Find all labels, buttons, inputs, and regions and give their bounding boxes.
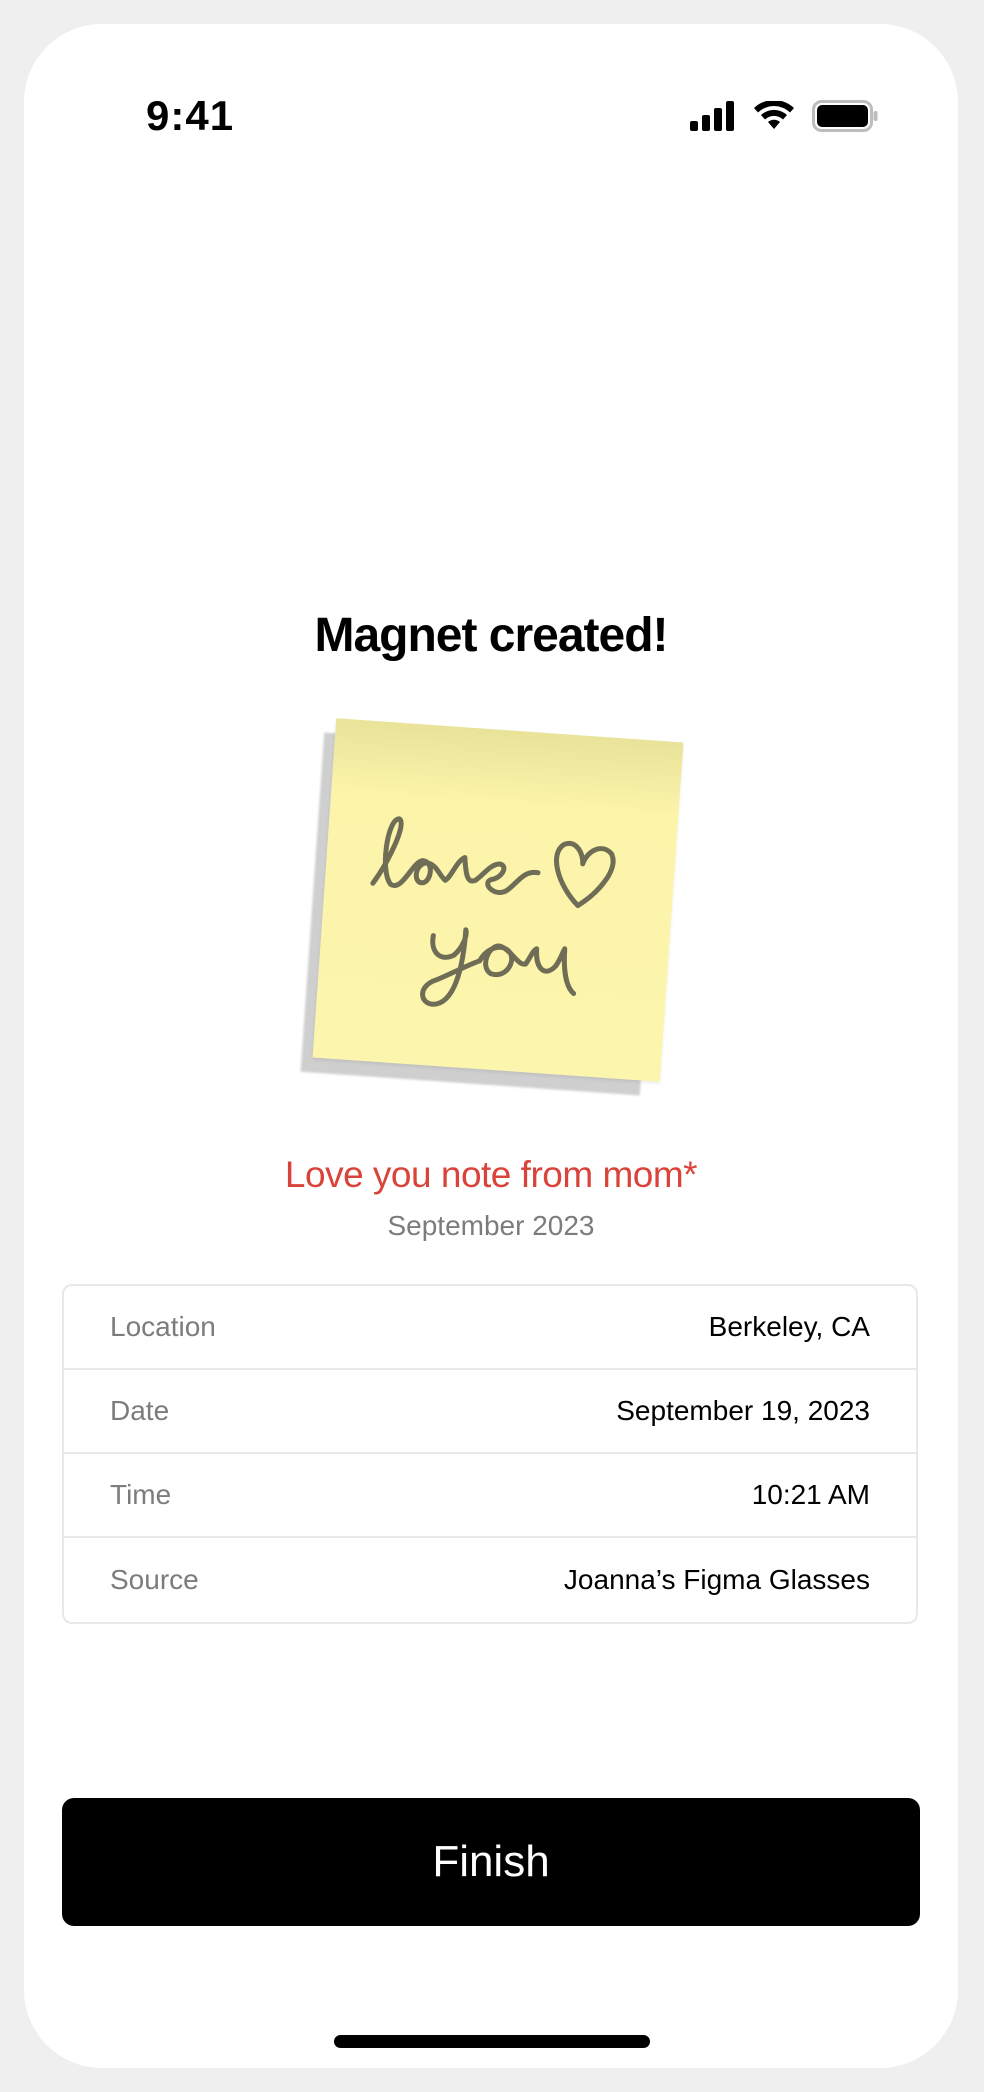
sticky-note bbox=[312, 718, 684, 1082]
detail-value: September 19, 2023 bbox=[616, 1395, 870, 1426]
detail-row-source: Source Joanna’s Figma Glasses bbox=[64, 1538, 916, 1622]
detail-row-time: Time 10:21 AM bbox=[64, 1454, 916, 1538]
details-table: Location Berkeley, CA Date September 19,… bbox=[62, 1284, 918, 1624]
home-indicator[interactable] bbox=[334, 2035, 650, 2048]
status-icons bbox=[690, 100, 878, 137]
magnet-image bbox=[284, 694, 704, 1114]
detail-label: Date bbox=[110, 1395, 170, 1426]
detail-value: Joanna’s Figma Glasses bbox=[563, 1564, 870, 1595]
detail-row-date: Date September 19, 2023 bbox=[64, 1370, 916, 1454]
detail-value: 10:21 AM bbox=[751, 1479, 870, 1510]
magnet-name: Love you note from mom* bbox=[284, 1154, 698, 1195]
detail-value: Berkeley, CA bbox=[708, 1311, 870, 1342]
magnet-date: September 2023 bbox=[387, 1210, 595, 1241]
detail-label: Location bbox=[110, 1311, 216, 1342]
handwriting-love-you bbox=[370, 816, 616, 1007]
status-time: 9:41 bbox=[146, 92, 235, 139]
detail-row-location: Location Berkeley, CA bbox=[64, 1286, 916, 1370]
battery-icon bbox=[812, 100, 878, 137]
phone-frame: 9:41 Magnet created! Love you note from … bbox=[24, 24, 958, 2068]
detail-label: Source bbox=[110, 1564, 199, 1595]
page-title: Magnet created! bbox=[314, 609, 668, 662]
detail-label: Time bbox=[110, 1479, 172, 1510]
wifi-icon bbox=[754, 100, 794, 136]
signal-icon bbox=[690, 101, 736, 136]
finish-button[interactable]: Finish bbox=[62, 1798, 920, 1926]
